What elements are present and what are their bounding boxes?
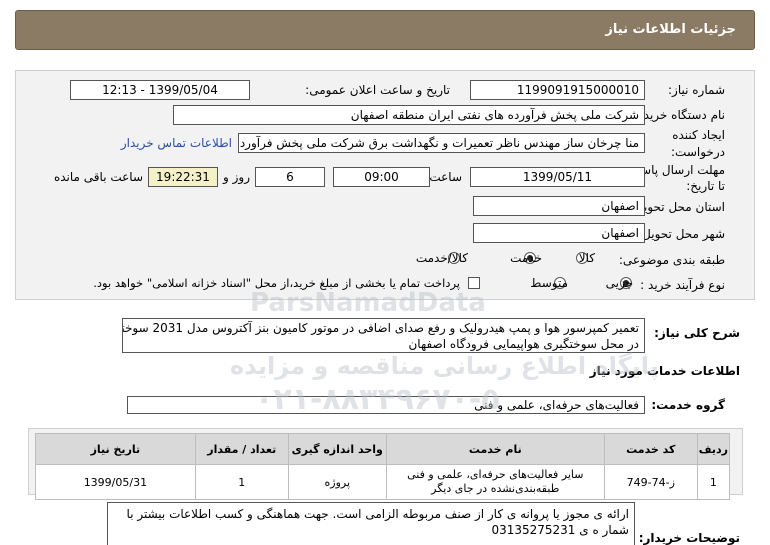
buyer-contact-link[interactable]: اطلاعات تماس خریدار [121, 136, 232, 150]
row-code: ز-74-749 [603, 464, 698, 500]
city-label: شهر محل تحویل: [638, 227, 725, 241]
treasury-payment-checkbox[interactable] [468, 277, 480, 289]
description-line-1: تعمیر کمپرسور هوا و پمپ هیدرولیک و رفع ص… [122, 321, 639, 335]
days-label: روز و [223, 170, 250, 184]
process-type-label: نوع فرآیند خرید : [640, 278, 725, 292]
column-header-code: کد خدمت [603, 433, 698, 465]
services-table: ردیف کد خدمت نام خدمت واحد اندازه گیری ت… [35, 433, 731, 500]
category-label: طبقه بندی موضوعی: [618, 253, 725, 267]
process-option-medium-label: متوسط [530, 276, 568, 290]
column-header-date: تاریخ نیاز [35, 433, 196, 465]
buyer-notes-line-2: شمار ه ی 03135275231 [491, 523, 629, 537]
page-title: جزئیات اطلاعات نیاز [605, 22, 736, 37]
column-header-qty: تعداد / مقدار [194, 433, 289, 465]
category-option-service-label: خدمت [510, 251, 542, 265]
service-group-label: گروه خدمت: [651, 398, 725, 412]
treasury-payment-note: پرداخت تمام یا بخشی از مبلغ خرید،از محل … [93, 276, 460, 290]
requester-label-line2: درخواست: [671, 145, 725, 159]
description-label: شرح کلی نیاز: [654, 326, 740, 340]
need-number-label: شماره نیاز: [668, 83, 725, 97]
column-header-unit: واحد اندازه گیری [287, 433, 387, 465]
row-name: سایر فعالیت‌های حرفه‌ای، علمی و فنی طبقه… [385, 464, 605, 500]
remaining-time-field: 19:22:31 [148, 167, 218, 187]
buyer-notes-line-1: ارائه ی مجوز یا پروانه ی کار از صنف مربو… [126, 507, 629, 521]
buyer-field[interactable]: شرکت ملی پخش فرآورده های نفتی ایران منطق… [173, 105, 645, 125]
category-option-both-label: کالا/خدمت [415, 251, 468, 265]
description-field[interactable]: تعمیر کمپرسور هوا و پمپ هیدرولیک و رفع ص… [122, 318, 645, 353]
requester-field[interactable]: منا چرخان ساز مهندس ناظر تعمیرات و نگهدا… [238, 133, 645, 153]
services-section-title: اطلاعات خدمات مورد نیاز [589, 364, 740, 378]
service-group-field[interactable]: فعالیت‌های حرفه‌ای، علمی و فنی [127, 396, 645, 414]
requester-label: ایجاد کننده [672, 128, 725, 142]
table-header-row: ردیف کد خدمت نام خدمت واحد اندازه گیری ت… [35, 433, 731, 465]
page-header: جزئیات اطلاعات نیاز [15, 10, 755, 50]
need-number-field[interactable]: 1199091915000010 [470, 80, 645, 100]
city-field[interactable]: اصفهان [473, 223, 645, 243]
remaining-time-label: ساعت باقی مانده [53, 170, 143, 184]
process-option-minor-label: جزیی [605, 276, 633, 290]
deadline-label-line2: تا تاریخ: [686, 179, 725, 193]
deadline-date-field[interactable]: 1399/05/11 [470, 167, 645, 187]
announce-datetime-field[interactable]: 1399/05/04 - 12:13 [70, 80, 250, 100]
column-header-index: ردیف [696, 433, 731, 465]
days-field[interactable]: 6 [255, 167, 325, 187]
table-row[interactable]: 1 ز-74-749 سایر فعالیت‌های حرفه‌ای، علمی… [35, 464, 731, 500]
deadline-time-field[interactable]: 09:00 [333, 167, 430, 187]
province-field[interactable]: اصفهان [473, 196, 645, 216]
row-unit: پروژه [287, 464, 387, 500]
deadline-time-label: ساعت [429, 170, 462, 184]
row-index: 1 [696, 464, 731, 500]
column-header-name: نام خدمت [385, 433, 605, 465]
row-qty: 1 [194, 464, 289, 500]
category-option-goods-label: کالا [578, 251, 595, 265]
buyer-notes-field[interactable]: ارائه ی مجوز یا پروانه ی کار از صنف مربو… [107, 502, 635, 545]
row-date: 1399/05/31 [35, 464, 196, 500]
buyer-notes-label: توضیحات خریدار: [638, 531, 740, 545]
description-line-2: در محل سوختگیری هواپیمایی فرودگاه اصفهان [408, 337, 639, 351]
announce-datetime-label: تاریخ و ساعت اعلان عمومی: [305, 83, 450, 97]
